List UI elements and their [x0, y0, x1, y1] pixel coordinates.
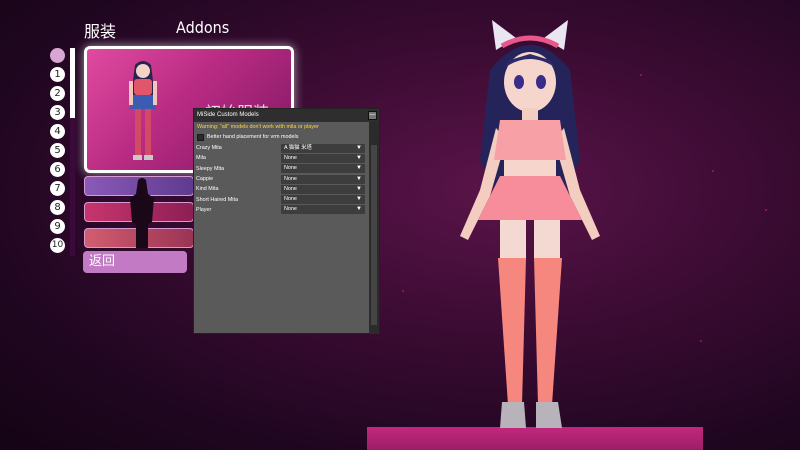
model-row: Short Haired Mita None ▼ [194, 194, 368, 205]
model-assignment-list: Crazy Mita A 猫猫 米塔 ▼ Mila None ▼ Sleepy Mi… [194, 143, 368, 215]
outfit-number-10[interactable]: 10 [50, 238, 65, 253]
color-dot-icon[interactable] [50, 48, 65, 63]
outfit-number-5[interactable]: 5 [50, 143, 65, 158]
model-row: Crazy Mita A 猫猫 米塔 ▼ [194, 143, 368, 153]
outfit-number-8[interactable]: 8 [50, 200, 65, 215]
background-speck [712, 170, 714, 172]
model-row-name: Kind Mita [196, 186, 219, 193]
outfit-number-9[interactable]: 9 [50, 219, 65, 234]
model-select-value: None [284, 185, 297, 192]
dropdown-arrow-icon: ▼ [356, 185, 362, 192]
window-titlebar[interactable]: MiSide Custom Models — [194, 109, 379, 122]
model-select-value: None [284, 175, 297, 182]
model-select[interactable]: None ▼ [281, 174, 365, 184]
outfit-number-4[interactable]: 4 [50, 124, 65, 139]
tab-outfit[interactable]: 服装 [84, 18, 116, 42]
model-row-name: Mila [196, 155, 206, 162]
model-row-name: Sleepy Mita [196, 165, 225, 172]
background-speck [765, 209, 767, 211]
model-select[interactable]: None ▼ [281, 205, 365, 215]
background-speck [402, 290, 404, 292]
hand-placement-label: Better hand placement for vrm models [207, 133, 299, 140]
model-select[interactable]: A 猫猫 米塔 ▼ [281, 143, 365, 153]
custom-models-window: MiSide Custom Models — Warning: "all" mo… [193, 108, 380, 334]
minimize-button[interactable]: — [368, 111, 377, 120]
character-model[interactable] [420, 10, 640, 430]
window-title: MiSide Custom Models [197, 112, 259, 118]
outfit-number-3[interactable]: 3 [50, 105, 65, 120]
model-select-value: None [284, 196, 297, 203]
outfit-number-list: 1 2 3 4 5 6 7 8 9 10 [50, 46, 76, 256]
model-row-name: Player [196, 206, 212, 213]
back-button[interactable]: 返回 [83, 251, 187, 273]
model-select[interactable]: None ▼ [281, 195, 365, 205]
dropdown-arrow-icon: ▼ [356, 196, 362, 203]
outfit-number-6[interactable]: 6 [50, 162, 65, 177]
number-scrollbar-thumb[interactable] [70, 48, 75, 118]
outfit-thumbnail-figure [129, 61, 157, 160]
model-select[interactable]: None ▼ [281, 184, 365, 194]
hand-placement-checkbox[interactable] [197, 133, 204, 141]
outfit-number-2[interactable]: 2 [50, 86, 65, 101]
background-speck [700, 340, 702, 342]
model-row: Kind Mita None ▼ [194, 184, 368, 194]
dropdown-arrow-icon: ▼ [356, 165, 362, 172]
model-select-value: None [284, 154, 297, 161]
outfit-silhouette-icon [130, 178, 154, 248]
dropdown-arrow-icon: ▼ [356, 175, 362, 182]
model-row-name: Crazy Mita [196, 145, 222, 152]
model-select[interactable]: None ▼ [281, 153, 365, 163]
model-select-value: A 猫猫 米塔 [284, 144, 312, 151]
hand-placement-toggle-row[interactable]: Better hand placement for vrm models [194, 132, 379, 142]
outfit-number-7[interactable]: 7 [50, 181, 65, 196]
tab-addons[interactable]: Addons [176, 18, 229, 37]
model-select[interactable]: None ▼ [281, 164, 365, 174]
model-select-value: None [284, 206, 297, 213]
outfit-number-1[interactable]: 1 [50, 67, 65, 82]
model-row: Mila None ▼ [194, 153, 368, 163]
model-row: Cappie None ▼ [194, 174, 368, 184]
model-select-value: None [284, 165, 297, 172]
window-scrollbar-thumb[interactable] [371, 145, 377, 325]
dropdown-arrow-icon: ▼ [356, 144, 362, 151]
character-stage [367, 427, 703, 450]
background-speck [640, 74, 642, 76]
model-row: Sleepy Mita None ▼ [194, 164, 368, 174]
dropdown-arrow-icon: ▼ [356, 154, 362, 161]
model-row: Player None ▼ [194, 205, 368, 215]
dropdown-arrow-icon: ▼ [356, 206, 362, 213]
warning-text: Warning: "all" models don't work with mi… [197, 124, 319, 130]
model-row-name: Cappie [196, 176, 214, 183]
model-row-name: Short Haired Mita [196, 196, 238, 203]
